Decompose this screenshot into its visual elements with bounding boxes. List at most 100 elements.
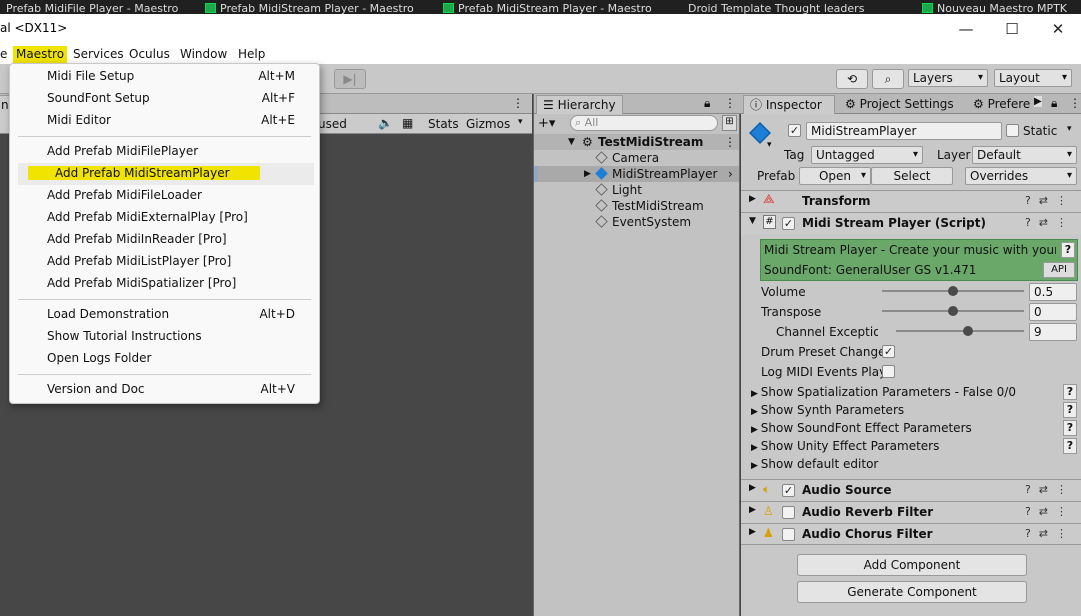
script-component-header[interactable]: ▼ # ✓ Midi Stream Player (Script) ?⇄⋮ [741,212,1081,234]
transpose-field[interactable]: 0 [1029,303,1077,321]
foldout-spatialization[interactable]: ▶ Show Spatialization Parameters - False… [751,385,1016,399]
menu-item-add-midifileloader[interactable]: Add Prefab MidiFileLoader [10,185,319,207]
menu-item-midi-editor[interactable]: Midi Editor Alt+E [10,110,319,132]
taskbar-item[interactable]: Prefab MidiStream Player - Maestro [205,2,414,14]
chevron-right-icon[interactable]: ▶ [749,505,756,515]
audio-chorus-header[interactable]: ▶ ♟ Audio Chorus Filter ?⇄⋮ [741,523,1081,545]
filter-icon[interactable]: ⊞ [722,115,737,131]
api-button[interactable]: API [1043,262,1075,278]
prefab-open-button[interactable]: Open [799,167,871,185]
hierarchy-search-input[interactable]: ⌕ All [570,115,718,131]
help-icon[interactable]: ? [1063,438,1077,454]
help-icon[interactable]: ? [1063,402,1077,418]
grid-icon[interactable]: ▦ [402,116,413,130]
mute-audio-label[interactable]: used [318,117,347,131]
menu-item-add-midiexternalplay[interactable]: Add Prefab MidiExternalPlay [Pro] [10,207,319,229]
menu-window[interactable]: Window [177,46,230,63]
maximize-button[interactable]: ☐ [989,14,1035,44]
menu-item-version-doc[interactable]: Version and Doc Alt+V [10,379,319,401]
taskbar-item[interactable]: Nouveau Maestro MPTK [922,2,1067,14]
add-component-button[interactable]: Add Component [797,554,1027,576]
chevron-right-icon[interactable]: › [728,166,733,182]
taskbar-item[interactable]: Droid Template Thought leaders [688,2,864,15]
help-icon[interactable]: ? [1061,242,1075,258]
chevron-down-icon[interactable]: ▼ [749,216,756,226]
channel-exception-handle[interactable] [962,326,973,336]
menu-item-open-logs[interactable]: Open Logs Folder [10,348,319,370]
audio-reverb-checkbox[interactable] [782,506,795,519]
foldout-unity-effects[interactable]: ▶ Show Unity Effect Parameters [751,439,939,453]
mute-icon[interactable]: 🔈 [378,116,393,130]
help-icon[interactable]: ? [1063,420,1077,436]
layer-dropdown[interactable]: Default [972,146,1077,164]
component-header-icons[interactable]: ?⇄⋮ [1025,527,1075,540]
chevron-right-icon[interactable]: ▶ [749,194,756,204]
foldout-soundfont-effects[interactable]: ▶ Show SoundFont Effect Parameters [751,421,972,435]
component-header-icons[interactable]: ?⇄⋮ [1025,483,1075,496]
history-button[interactable]: ⟲ [836,69,868,89]
chevron-down-icon[interactable]: ▼ [568,134,575,150]
chevron-right-icon[interactable]: ▶ [749,527,756,537]
menu-oculus[interactable]: Oculus [126,46,173,63]
log-midi-checkbox[interactable] [882,365,895,378]
tab-preferences[interactable]: ⚙ Prefere [967,95,1036,114]
chevron-right-icon[interactable]: ▶ [749,483,756,493]
object-name-field[interactable]: MidiStreamPlayer [806,122,1002,140]
static-checkbox[interactable] [1006,124,1019,137]
component-header-icons[interactable]: ?⇄⋮ [1025,216,1075,229]
tab-project-settings[interactable]: ⚙ Project Settings [839,95,960,114]
audio-chorus-checkbox[interactable] [782,528,795,541]
more-options-icon[interactable]: ⋮ [724,134,736,150]
foldout-synth[interactable]: ▶ Show Synth Parameters [751,403,904,417]
stats-button[interactable]: Stats [428,117,459,131]
taskbar-item[interactable]: Prefab MidiFile Player - Maestro [6,2,178,15]
tag-dropdown[interactable]: Untagged [811,146,923,164]
menu-item-soundfont-setup[interactable]: SoundFont Setup Alt+F [10,88,319,110]
layout-dropdown[interactable]: Layout [994,69,1072,87]
chevron-down-icon[interactable]: ▾ [1067,124,1072,134]
component-header-icons[interactable]: ?⇄⋮ [1025,505,1075,518]
hierarchy-item[interactable]: TestMidiStream [534,198,739,214]
hierarchy-item-selected[interactable]: ▶ MidiStreamPlayer › [534,166,739,182]
hierarchy-item[interactable]: Camera [534,150,739,166]
lock-icon[interactable]: 🔒︎ [1051,96,1057,111]
chevron-down-icon[interactable]: ▾ [518,117,523,127]
tab-inspector[interactable]: ⓘ Inspector [743,95,835,114]
gizmos-dropdown[interactable]: Gizmos [466,117,510,131]
menu-maestro[interactable]: Maestro [13,46,68,63]
menu-item-show-tutorial[interactable]: Show Tutorial Instructions [10,326,319,348]
chevron-right-icon[interactable]: ▶ [1034,96,1042,107]
transpose-slider-handle[interactable] [948,306,958,316]
menu-item-add-midilistplayer[interactable]: Add Prefab MidiListPlayer [Pro] [10,251,319,273]
more-options-icon[interactable]: ⋮ [724,96,736,110]
menu-item-add-midifileplayer[interactable]: Add Prefab MidiFilePlayer [10,141,319,163]
generate-component-button[interactable]: Generate Component [797,581,1027,603]
foldout-default-editor[interactable]: ▶ Show default editor [751,457,878,471]
audio-reverb-header[interactable]: ▶ ♙ Audio Reverb Filter ?⇄⋮ [741,501,1081,523]
audio-source-checkbox[interactable]: ✓ [782,484,795,497]
hierarchy-item[interactable]: EventSystem [534,214,739,230]
menu-item-add-midispatializer[interactable]: Add Prefab MidiSpatializer [Pro] [10,273,319,295]
script-enabled-checkbox[interactable]: ✓ [782,217,795,230]
help-icon[interactable]: ? [1063,384,1077,400]
hierarchy-item[interactable]: Light [534,182,739,198]
menu-item-add-midistreamplayer[interactable]: Add Prefab MidiStreamPlayer [18,163,314,185]
step-button[interactable]: ▶| [334,69,366,89]
overrides-dropdown[interactable]: Overrides [965,167,1077,185]
menu-help[interactable]: Help [235,46,268,63]
menu-item-midi-file-setup[interactable]: Midi File Setup Alt+M [10,66,319,88]
search-button[interactable]: ⌕ [872,69,904,89]
volume-slider-handle[interactable] [948,286,958,296]
menu-item-add-midiinreader[interactable]: Add Prefab MidiInReader [Pro] [10,229,319,251]
menu-services[interactable]: Services [70,46,127,63]
add-object-button[interactable]: +▾ [538,116,555,131]
prefab-select-button[interactable]: Select [871,167,953,185]
layers-dropdown[interactable]: Layers [908,69,988,87]
audio-source-header[interactable]: ▶ 🔈︎ ✓ Audio Source ?⇄⋮ [741,479,1081,501]
component-header-icons[interactable]: ?⇄⋮ [1025,194,1075,207]
drum-preset-checkbox[interactable]: ✓ [882,345,895,358]
channel-exception-field[interactable]: 9 [1029,323,1077,341]
minimize-button[interactable]: — [943,14,989,44]
chevron-right-icon[interactable]: ▶ [584,166,591,182]
chevron-down-icon[interactable]: ▾ [767,140,772,150]
